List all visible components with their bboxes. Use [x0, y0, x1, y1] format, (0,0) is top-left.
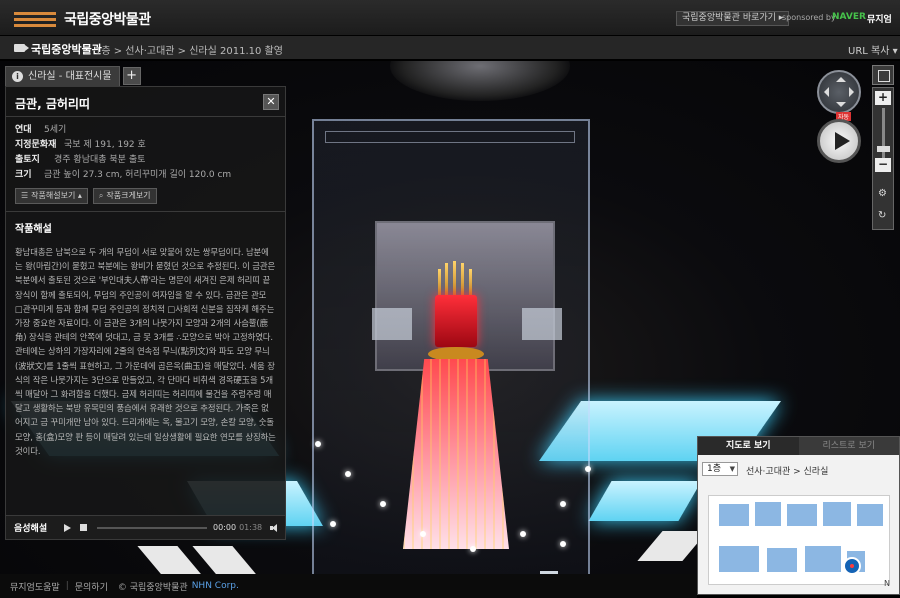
view-description-label: 작품해설보기 ▴ — [31, 191, 82, 200]
meta-row-size: 크기 금관 높이 27.3 cm, 허리꾸미개 길이 120.0 cm — [15, 168, 276, 183]
help-link[interactable]: 뮤지엄도움말 — [10, 580, 60, 593]
museum-logo[interactable]: 국립중앙박물관 — [14, 9, 151, 29]
map-tabs: 지도로 보기 리스트로 보기 — [698, 437, 899, 455]
meta-value: 경주 황남대총 북분 출토 — [54, 155, 146, 165]
location-museum-name[interactable]: 국립중앙박물관 — [31, 41, 102, 57]
arrow-right-icon[interactable] — [849, 87, 854, 97]
audio-guide-label: 음성해설 — [14, 524, 48, 534]
top-bar: 국립중앙박물관 국립중앙박물관 바로가기 ▸ sponsored by NAVE… — [0, 0, 900, 36]
meta-value: 국보 제 191, 192 호 — [64, 140, 146, 150]
arrow-up-icon[interactable] — [836, 77, 846, 82]
copyright-text: © 국립중앙박물관 — [117, 582, 188, 593]
crown-mount — [428, 347, 484, 361]
meta-key: 연대 — [15, 125, 32, 135]
magnifier-icon: ⌕ — [98, 191, 104, 200]
artifact-info-panel: 금관, 금허리띠 ✕ 연대 5세기 지정문화재 국보 제 191, 192 호 … — [5, 86, 286, 540]
auto-rotate-play-button[interactable] — [817, 119, 861, 163]
museum-service-label[interactable]: 뮤지엄 — [867, 12, 892, 25]
floor-plan[interactable] — [708, 495, 890, 585]
audio-total-time: 01:38 — [239, 523, 263, 532]
compass-icon: N — [884, 579, 890, 588]
zoom-slider-thumb[interactable] — [877, 146, 890, 152]
footer: 뮤지엄도움말 | 문의하기 © 국립중앙박물관 NHN Corp. — [0, 574, 697, 598]
gold-crown-ornament — [436, 261, 476, 297]
url-copy-button[interactable]: URL 복사 ▾ — [848, 42, 898, 57]
info-tab-row: i 신라실 - 대표전시물 + — [5, 66, 141, 86]
artifact-buttons: ☰ 작품해설보기 ▴ ⌕ 작품크게보기 — [6, 183, 285, 204]
view-description-button[interactable]: ☰ 작품해설보기 ▴ — [15, 188, 88, 204]
floor-map-panel: 지도로 보기 리스트로 보기 1층 ▼ 선사·고대관 > 신라실 N — [697, 436, 900, 595]
camera-icon — [14, 44, 29, 52]
current-location-marker[interactable] — [843, 557, 861, 575]
fullscreen-button[interactable] — [872, 65, 894, 85]
refresh-icon[interactable]: ↻ — [878, 210, 886, 221]
meta-key: 출토지 — [15, 155, 40, 165]
view-large-button[interactable]: ⌕ 작품크게보기 — [92, 188, 157, 204]
site-title: 국립중앙박물관 — [64, 12, 151, 28]
arrow-left-icon[interactable] — [824, 87, 829, 97]
meta-value: 금관 높이 27.3 cm, 허리꾸미개 길이 120.0 cm — [44, 170, 232, 180]
tab-list-view[interactable]: 리스트로 보기 — [798, 437, 899, 455]
breadcrumb: 1층 > 선사·고대관 > 신라실 2011.10 촬영 — [95, 46, 283, 57]
info-icon: i — [12, 71, 23, 82]
audio-progress-track[interactable] — [97, 526, 207, 529]
location-bar: 국립중앙박물관 1층 > 선사·고대관 > 신라실 2011.10 촬영 URL… — [0, 36, 900, 60]
tab-representative-exhibit[interactable]: i 신라실 - 대표전시물 — [5, 66, 120, 86]
arrow-down-icon[interactable] — [836, 102, 846, 107]
zoom-in-button[interactable]: + — [875, 91, 891, 105]
description-heading: 작품해설 — [15, 224, 52, 235]
audio-guide-bar: 음성해설 00:00 01:38 — [5, 515, 286, 540]
sponsor-label: sponsored by — [782, 13, 836, 22]
tab-map-view[interactable]: 지도로 보기 — [698, 437, 799, 455]
meta-key: 크기 — [15, 170, 32, 180]
display-case-top — [325, 131, 575, 143]
volume-icon[interactable] — [270, 523, 280, 532]
crown-band — [435, 295, 477, 347]
meta-value: 5세기 — [44, 125, 67, 135]
map-breadcrumb: 선사·고대관 > 신라실 — [746, 467, 829, 477]
close-panel-button[interactable]: ✕ — [263, 94, 279, 110]
add-tab-button[interactable]: + — [122, 67, 141, 85]
play-icon[interactable] — [64, 523, 71, 532]
description-text: 황남대총은 남북으로 두 개의 무덤이 서로 맞붙어 있는 쌍무덤이다. 남분에… — [15, 247, 276, 456]
meta-row-excavation: 출토지 경주 황남대총 북분 출토 — [15, 153, 276, 168]
zoom-out-button[interactable]: − — [875, 158, 891, 172]
zoom-control: + − ⚙ ↻ — [872, 87, 894, 230]
artifact-meta: 연대 5세기 지정문화재 국보 제 191, 192 호 출토지 경주 황남대총… — [6, 117, 285, 183]
chevron-down-icon: ▼ — [729, 465, 735, 473]
nhn-link[interactable]: NHN Corp. — [192, 581, 239, 591]
museum-shortcut-button[interactable]: 국립중앙박물관 바로가기 ▸ — [676, 11, 790, 26]
logo-mark-icon — [14, 11, 56, 28]
panel-header: 금관, 금허리띠 ✕ — [6, 87, 285, 117]
gear-icon[interactable]: ⚙ — [878, 188, 887, 199]
ceiling-light — [390, 61, 570, 101]
meta-row-designation: 지정문화재 국보 제 191, 192 호 — [15, 138, 276, 153]
map-body: 1층 ▼ 선사·고대관 > 신라실 N — [698, 455, 899, 594]
artifact-title: 금관, 금허리띠 — [15, 97, 90, 111]
list-icon: ☰ — [21, 191, 29, 200]
floor-select[interactable]: 1층 ▼ — [702, 462, 738, 476]
footer-separator: | — [65, 581, 69, 591]
stop-icon[interactable] — [80, 524, 87, 531]
floor-select-value: 1층 — [707, 464, 722, 474]
view-large-label: 작품크게보기 — [106, 191, 151, 200]
meta-key: 지정문화재 — [15, 140, 57, 150]
meta-row-era: 연대 5세기 — [15, 123, 276, 138]
tab-label: 신라실 - 대표전시물 — [28, 70, 112, 82]
contact-link[interactable]: 문의하기 — [75, 580, 108, 593]
audio-current-time: 00:00 — [213, 523, 237, 532]
naver-logo[interactable]: NAVER — [832, 12, 866, 22]
pan-navigation-control[interactable] — [817, 70, 861, 114]
